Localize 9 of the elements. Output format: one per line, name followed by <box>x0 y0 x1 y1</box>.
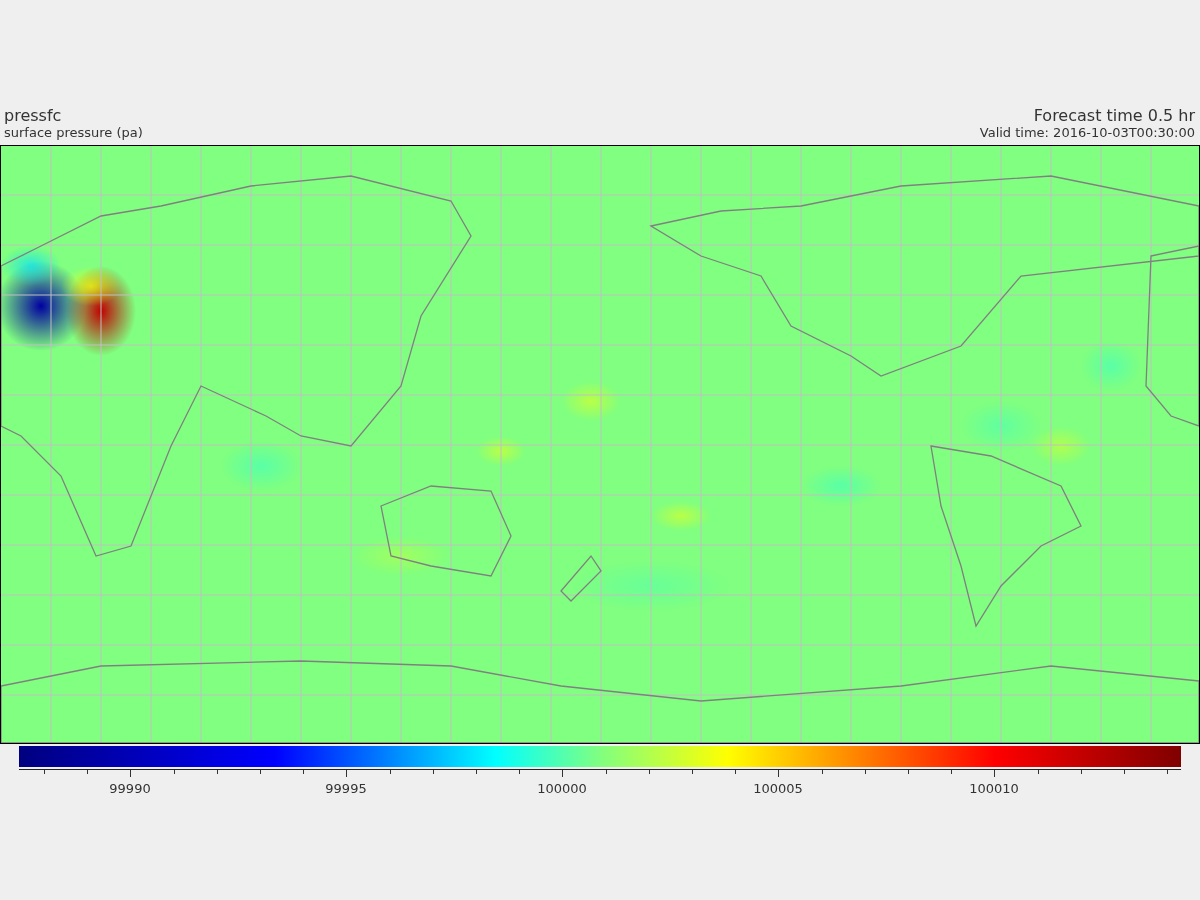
valid-time: Valid time: 2016-10-03T00:30:00 <box>979 125 1195 141</box>
variable-description: surface pressure (pa) <box>4 125 143 141</box>
forecast-time: Forecast time 0.5 hr <box>1033 106 1195 125</box>
colorbar-tick-label: 100000 <box>537 780 587 798</box>
colorbar-tick-label: 100005 <box>753 780 803 798</box>
variable-name: pressfc <box>4 106 62 125</box>
colorbar-tick-label: 99995 <box>325 780 367 798</box>
colorbar-tick-label: 99990 <box>109 780 151 798</box>
colorbar-tick-label: 100010 <box>969 780 1019 798</box>
